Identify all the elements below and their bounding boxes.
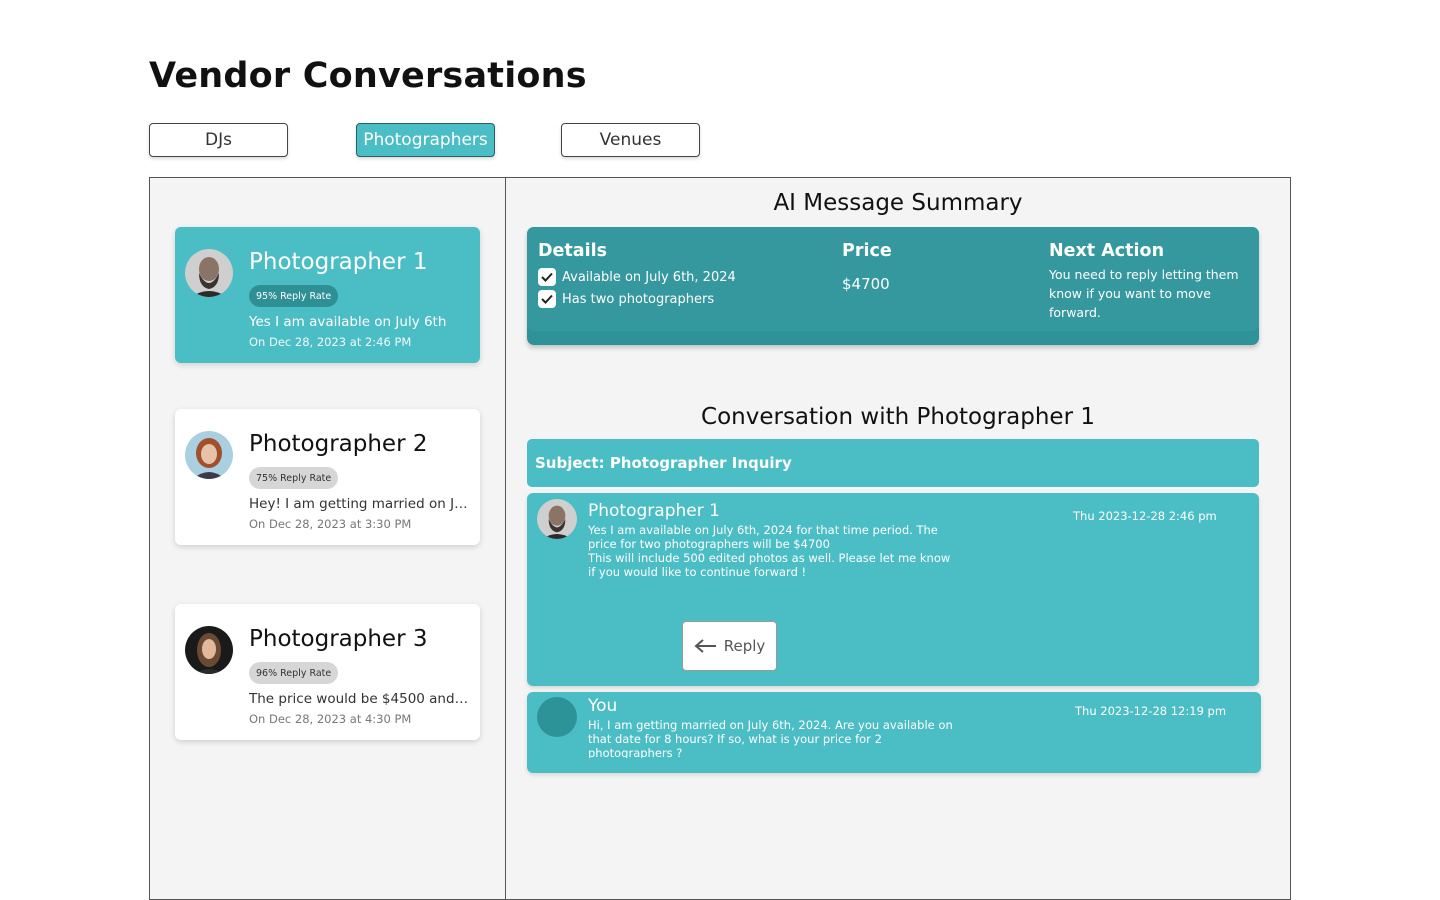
next-action-text: You need to reply letting them know if y…: [1049, 267, 1239, 320]
vendor-card-photographer-2[interactable]: Photographer 2 75% Reply Rate Hey! I am …: [175, 409, 480, 545]
page-title: Vendor Conversations: [149, 56, 587, 96]
vendor-name: Photographer 3: [249, 626, 428, 652]
checkbox[interactable]: [538, 290, 556, 308]
message-time: Thu 2023-12-28 12:19 pm: [1075, 704, 1227, 718]
vendor-card-photographer-3[interactable]: Photographer 3 96% Reply Rate The price …: [175, 604, 480, 740]
reply-label: Reply: [723, 637, 766, 655]
message-sender: You: [588, 696, 618, 716]
conversation-title: Conversation with Photographer 1: [701, 404, 1095, 430]
summary-inner: Details Available on July 6th, 2024 Has …: [527, 227, 1259, 331]
tab-djs[interactable]: DJs: [149, 123, 288, 157]
message-card: You Hi, I am getting married on July 6th…: [527, 692, 1261, 773]
message-preview: The price would be $4500 and t...: [249, 691, 471, 707]
details-heading: Details: [538, 241, 607, 261]
message-card: Photographer 1 Yes I am available on Jul…: [527, 493, 1259, 686]
tab-photographers[interactable]: Photographers: [356, 123, 495, 157]
price-heading: Price: [842, 241, 892, 261]
message-line: Yes I am available on July 6th, 2024 for…: [588, 523, 938, 551]
price-value: $4700: [842, 275, 890, 293]
avatar: [185, 249, 233, 297]
avatar-photographer-1-icon: [185, 249, 233, 297]
message-preview: Yes I am available on July 6th: [249, 314, 447, 330]
detail-text: Available on July 6th, 2024: [562, 269, 736, 285]
avatar-you: [537, 697, 577, 737]
message-time: Thu 2023-12-28 2:46 pm: [1073, 509, 1217, 523]
detail-item: Available on July 6th, 2024: [538, 268, 736, 286]
message-date: On Dec 28, 2023 at 3:30 PM: [249, 517, 412, 531]
check-icon: [541, 272, 553, 282]
detail-item: Has two photographers: [538, 290, 714, 308]
reply-button[interactable]: Reply: [682, 621, 777, 671]
vendor-name: Photographer 1: [249, 249, 428, 275]
vendor-card-photographer-1[interactable]: Photographer 1 95% Reply Rate Yes I am a…: [175, 227, 480, 363]
message-date: On Dec 28, 2023 at 4:30 PM: [249, 712, 412, 726]
avatar: [537, 499, 577, 539]
summary-title: AI Message Summary: [773, 190, 1023, 216]
avatar-photographer-2-icon: [185, 431, 233, 479]
detail-text: Has two photographers: [562, 291, 715, 307]
message-body: Yes I am available on July 6th, 2024 for…: [588, 523, 953, 579]
avatar: [185, 626, 233, 674]
conversation-panel: AI Message Summary Details Available on …: [505, 177, 1291, 900]
ai-summary-box: Details Available on July 6th, 2024 Has …: [527, 227, 1259, 345]
message-date: On Dec 28, 2023 at 2:46 PM: [249, 335, 412, 349]
message-sender: Photographer 1: [588, 501, 720, 521]
check-icon: [541, 294, 553, 304]
tab-venues[interactable]: Venues: [561, 123, 700, 157]
message-line: This will include 500 edited photos as w…: [588, 551, 951, 579]
avatar-photographer-1-icon: [537, 499, 577, 539]
reply-rate-badge: 95% Reply Rate: [249, 285, 339, 307]
next-action-heading: Next Action: [1049, 241, 1165, 261]
reply-rate-badge: 96% Reply Rate: [249, 662, 339, 684]
checkbox[interactable]: [538, 268, 556, 286]
message-preview: Hey! I am getting married on Ju ...: [249, 496, 471, 512]
vendor-name: Photographer 2: [249, 431, 428, 457]
subject-bar: Subject: Photographer Inquiry: [527, 439, 1259, 487]
reply-rate-badge: 75% Reply Rate: [249, 467, 339, 489]
avatar: [185, 431, 233, 479]
message-body: Hi, I am getting married on July 6th, 20…: [588, 718, 953, 758]
vendor-list-panel: Photographer 1 95% Reply Rate Yes I am a…: [149, 177, 506, 900]
avatar-photographer-3-icon: [185, 626, 233, 674]
arrow-left-icon: [694, 639, 716, 653]
